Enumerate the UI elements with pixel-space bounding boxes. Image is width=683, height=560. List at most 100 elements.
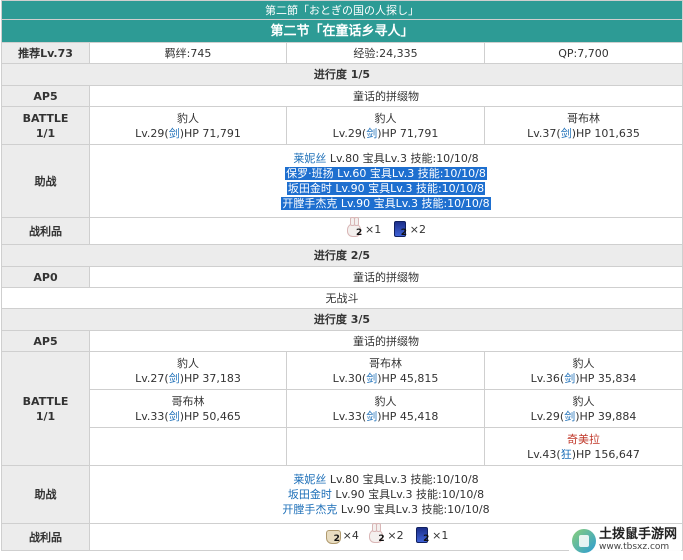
servant-link[interactable]: 坂田金时 xyxy=(288,488,332,501)
enemy-cell: 豹人 Lv.29(剑)HP 39,884 xyxy=(484,389,683,428)
enemy-cell: 豹人 Lv.33(剑)HP 45,418 xyxy=(286,389,485,428)
enemy-name: 豹人 xyxy=(374,111,397,125)
enemy-cell: 哥布林 Lv.30(剑)HP 45,815 xyxy=(286,351,485,390)
enemy-cell: 豹人 Lv.36(剑)HP 35,834 xyxy=(484,351,683,390)
rabbit-icon: 2 xyxy=(368,523,386,544)
support-entry: 莱妮丝 Lv.80 宝具Lv.3 技能:10/10/8 xyxy=(293,473,479,486)
quest-name: 童话的拼缀物 xyxy=(89,330,683,352)
class-link[interactable]: 剑 xyxy=(169,372,180,385)
support-entry: 莱妮丝 Lv.80 宝具Lv.3 技能:10/10/8 xyxy=(293,152,479,165)
battle-count: 1/1 xyxy=(35,126,56,140)
site-watermark: 土拨鼠手游网 www.tbsxz.com xyxy=(569,524,681,558)
support-label: 助战 xyxy=(1,144,90,218)
drops-label: 战利品 xyxy=(1,523,90,551)
servant-link[interactable]: 莱妮丝 xyxy=(293,473,326,486)
battle-title: BATTLE xyxy=(22,111,69,125)
servant-link[interactable]: 开膛手杰克 xyxy=(282,197,337,210)
quest-table: 第二節「おとぎの国の人探し」 第二节「在童话乡寻人」 推荐Lv.73 羁绊:74… xyxy=(1,0,683,551)
drop-item[interactable]: 2 ×4 xyxy=(324,526,359,544)
enemy-stats: Lv.30(剑)HP 45,815 xyxy=(332,371,439,385)
quest-name: 童话的拼缀物 xyxy=(89,85,683,107)
ap-cost: AP5 xyxy=(1,85,90,107)
enemy-stats: Lv.29(剑)HP 71,791 xyxy=(135,126,241,140)
enemy-stats: Lv.29(剑)HP 39,884 xyxy=(530,409,637,423)
servant-link[interactable]: 莱妮丝 xyxy=(293,152,326,165)
boss-cell: 奇美拉 Lv.43(狂)HP 156,647 xyxy=(484,427,683,466)
recommended-level: 推荐Lv.73 xyxy=(1,42,90,64)
drops-label: 战利品 xyxy=(1,217,90,245)
support-entry: 坂田金时 Lv.90 宝具Lv.3 技能:10/10/8 xyxy=(287,488,485,501)
drops-list: 2 ×1 2 ×2 xyxy=(89,217,683,245)
enemy-stats: Lv.33(剑)HP 50,465 xyxy=(135,409,241,423)
class-link[interactable]: 剑 xyxy=(366,127,377,140)
boss-name[interactable]: 奇美拉 xyxy=(485,432,682,447)
support-entry: 坂田金时 Lv.90 宝具Lv.3 技能:10/10/8 xyxy=(286,182,486,195)
battle-label: BATTLE 1/1 xyxy=(1,351,90,466)
lantern-icon: 2 xyxy=(391,220,409,238)
progress-3-header: 进行度 3/5 xyxy=(1,308,683,331)
quest-page: 第二節「おとぎの国の人探し」 第二节「在童话乡寻人」 推荐Lv.73 羁绊:74… xyxy=(0,0,683,560)
ap-cost: AP5 xyxy=(1,330,90,352)
progress-2-header: 进行度 2/5 xyxy=(1,244,683,267)
battle-title: BATTLE xyxy=(22,394,69,408)
site-logo-icon xyxy=(572,529,596,553)
enemy-cell: 哥布林 Lv.37(剑)HP 101,635 xyxy=(484,106,683,145)
enemy-name: 豹人 xyxy=(177,111,199,125)
enemy-name: 豹人 xyxy=(572,356,595,370)
enemy-name: 豹人 xyxy=(374,394,397,408)
class-link[interactable]: 剑 xyxy=(561,127,572,140)
servant-link[interactable]: 保罗·班扬 xyxy=(286,167,334,180)
support-label: 助战 xyxy=(1,465,90,524)
enemy-cell: 豹人 Lv.29(剑)HP 71,791 xyxy=(89,106,287,145)
watermark-title: 土拨鼠手游网 xyxy=(599,527,678,542)
enemy-stats: Lv.33(剑)HP 45,418 xyxy=(332,409,439,423)
drop-item[interactable]: 2 ×2 xyxy=(368,523,404,544)
boss-stats: Lv.43(狂)HP 156,647 xyxy=(527,447,640,461)
class-link[interactable]: 剑 xyxy=(564,410,575,423)
qp-value: QP:7,700 xyxy=(484,42,683,64)
progress-1-header: 进行度 1/5 xyxy=(1,63,683,86)
servant-link[interactable]: 开膛手杰克 xyxy=(282,503,337,516)
chapter-subtitle-jp: 第二節「おとぎの国の人探し」 xyxy=(1,0,683,20)
enemy-name: 豹人 xyxy=(572,394,595,408)
drop-item[interactable]: 2 ×2 xyxy=(391,220,426,238)
support-list: 莱妮丝 Lv.80 宝具Lv.3 技能:10/10/8 坂田金时 Lv.90 宝… xyxy=(89,465,683,524)
enemy-name: 哥布林 xyxy=(171,394,205,408)
enemy-stats: Lv.36(剑)HP 35,834 xyxy=(530,371,637,385)
exp-value: 经验:24,335 xyxy=(286,42,485,64)
no-battle-note: 无战斗 xyxy=(1,287,683,309)
enemy-stats: Lv.29(剑)HP 71,791 xyxy=(332,126,439,140)
enemy-name: 哥布林 xyxy=(369,356,402,370)
empty-cell xyxy=(89,427,287,466)
support-entry: 开膛手杰克 Lv.90 宝具Lv.3 技能:10/10/8 xyxy=(281,197,491,210)
enemy-cell: 豹人 Lv.29(剑)HP 71,791 xyxy=(286,106,485,145)
watermark-url: www.tbsxz.com xyxy=(599,542,670,552)
quest-name: 童话的拼缀物 xyxy=(89,266,683,288)
enemy-stats: Lv.27(剑)HP 37,183 xyxy=(135,371,241,385)
class-link[interactable]: 剑 xyxy=(366,410,377,423)
chapter-title: 第二节「在童话乡寻人」 xyxy=(1,19,683,43)
drop-item[interactable]: 2 ×1 xyxy=(346,217,381,238)
lantern-icon: 2 xyxy=(413,526,431,544)
drop-item[interactable]: 2 ×1 xyxy=(413,526,448,544)
enemy-stats: Lv.37(剑)HP 101,635 xyxy=(527,126,640,140)
support-list: 莱妮丝 Lv.80 宝具Lv.3 技能:10/10/8 保罗·班扬 Lv.60 … xyxy=(89,144,683,218)
servant-link[interactable]: 坂田金时 xyxy=(288,182,332,195)
bag-icon: 2 xyxy=(324,526,342,544)
bond-value: 羁绊:745 xyxy=(89,42,287,64)
ap-cost: AP0 xyxy=(1,266,90,288)
support-entry: 开膛手杰克 Lv.90 宝具Lv.3 技能:10/10/8 xyxy=(282,503,490,516)
class-link[interactable]: 剑 xyxy=(366,372,377,385)
support-entry: 保罗·班扬 Lv.60 宝具Lv.3 技能:10/10/8 xyxy=(285,167,487,180)
enemy-name: 豹人 xyxy=(177,356,199,370)
battle-label: BATTLE 1/1 xyxy=(1,106,90,145)
rabbit-icon: 2 xyxy=(346,217,364,238)
class-link[interactable]: 剑 xyxy=(564,372,575,385)
class-link[interactable]: 狂 xyxy=(561,448,572,461)
enemy-cell: 哥布林 Lv.33(剑)HP 50,465 xyxy=(89,389,287,428)
enemy-name: 哥布林 xyxy=(567,111,600,125)
class-link[interactable]: 剑 xyxy=(169,127,180,140)
battle-count: 1/1 xyxy=(35,409,56,423)
class-link[interactable]: 剑 xyxy=(169,410,180,423)
empty-cell xyxy=(286,427,485,466)
